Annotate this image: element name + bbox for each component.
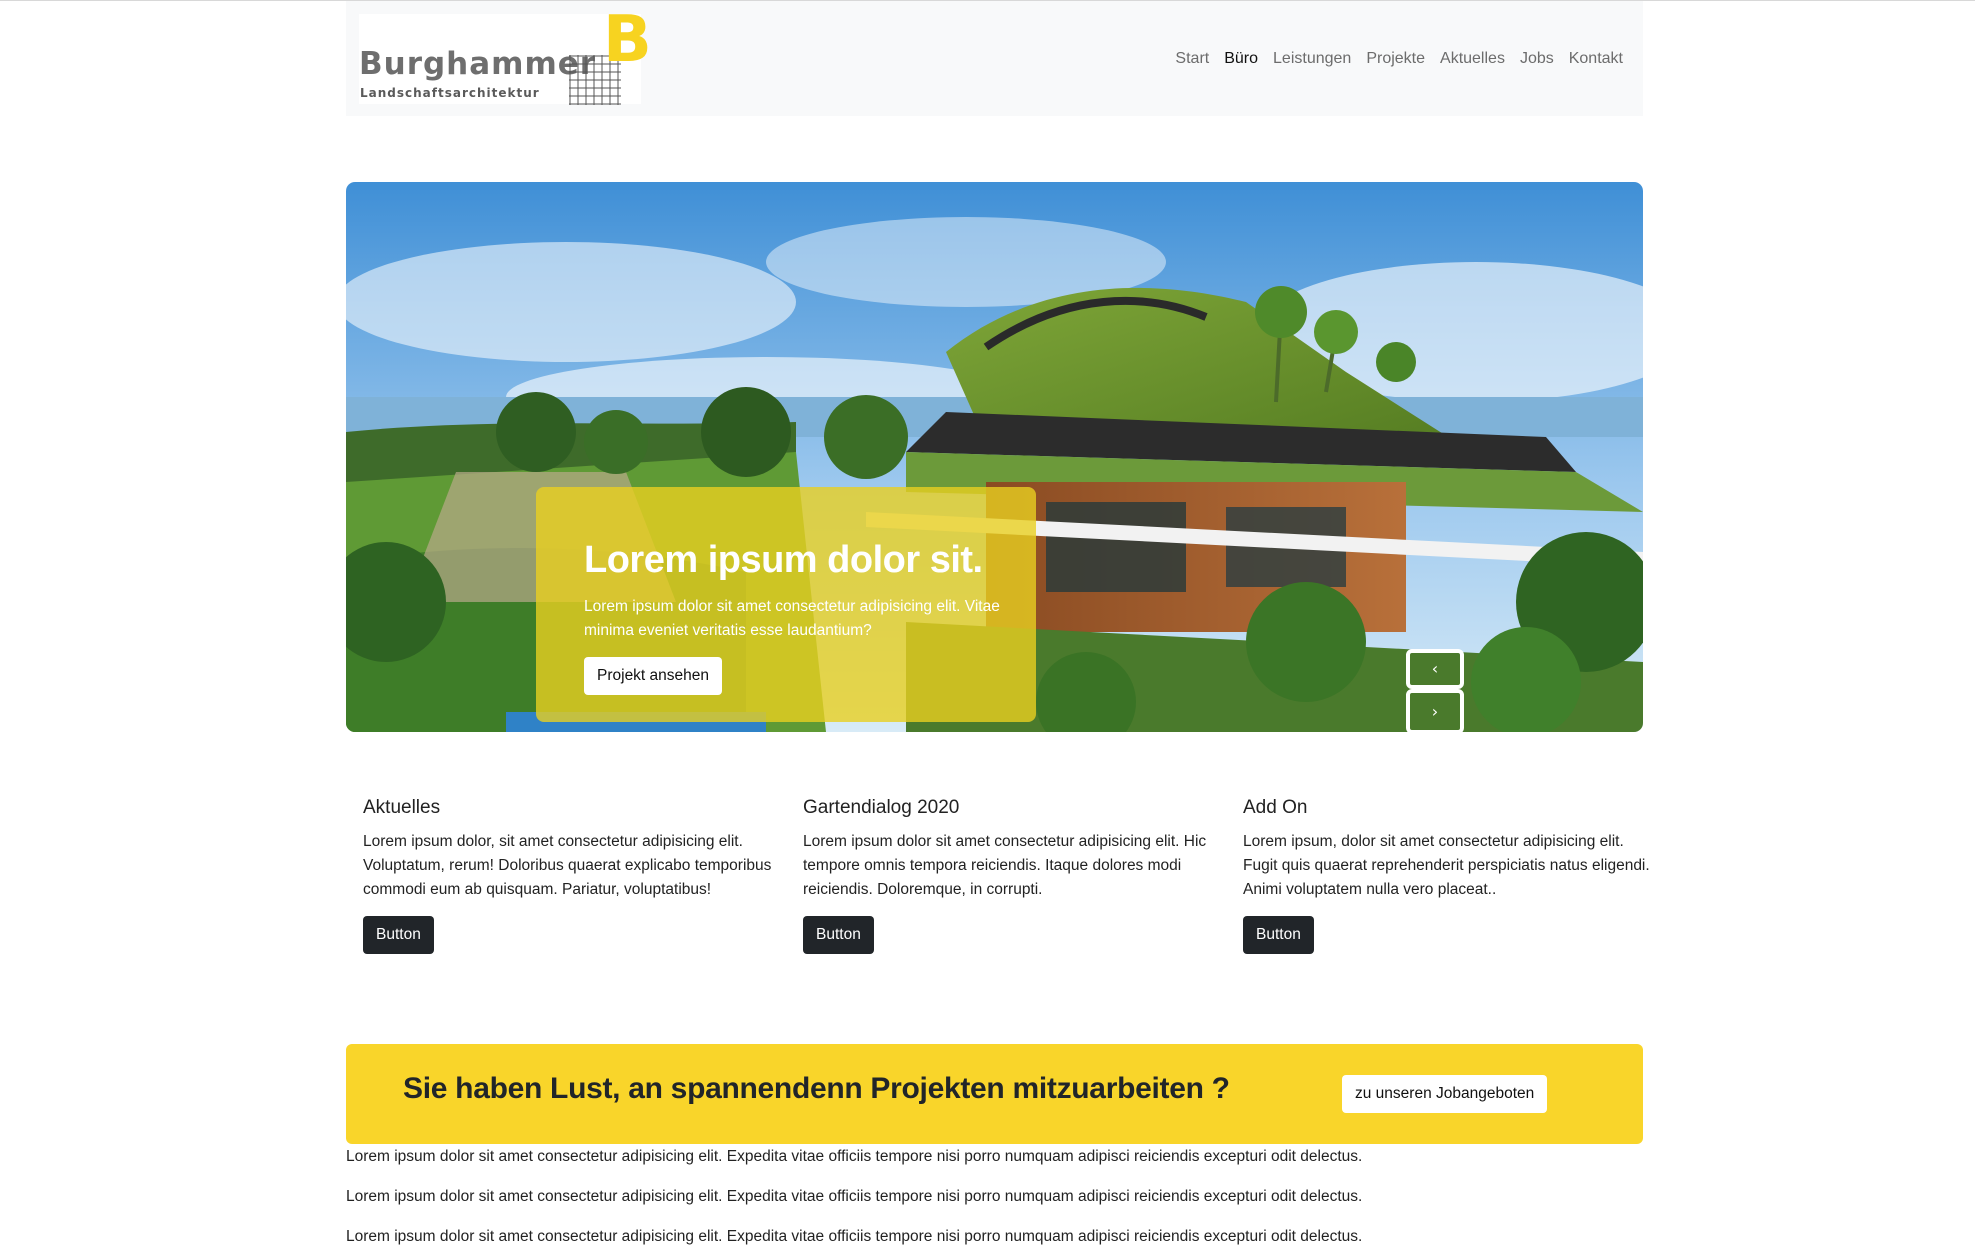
paragraph: Lorem ipsum dolor sit amet consectetur a… — [346, 1188, 1363, 1205]
column-text: Lorem ipsum, dolor sit amet consectetur … — [1243, 833, 1650, 898]
column-text: Lorem ipsum dolor, sit amet consectetur … — [363, 833, 772, 898]
nav-item-start[interactable]: Start — [1175, 49, 1209, 69]
column-text: Lorem ipsum dolor sit amet consectetur a… — [803, 833, 1207, 898]
hero-caption: Lorem ipsum dolor sit. Lorem ipsum dolor… — [536, 487, 1036, 722]
projekt-ansehen-button[interactable]: Projekt ansehen — [584, 657, 723, 695]
paragraph: Lorem ipsum dolor sit amet consectetur a… — [346, 1228, 1363, 1245]
feature-column-aktuelles: Aktuelles Lorem ipsum dolor, sit amet co… — [363, 796, 773, 954]
main-nav: Start Büro Leistungen Projekte Aktuelles… — [1175, 49, 1623, 69]
column-title: Aktuelles — [363, 797, 441, 818]
feature-column-add-on: Add On Lorem ipsum, dolor sit amet conse… — [1243, 796, 1653, 954]
carousel-prev-button[interactable]: ‹ — [1406, 649, 1464, 689]
brand-name: Burghammer — [359, 46, 597, 82]
nav-item-kontakt[interactable]: Kontakt — [1569, 49, 1623, 69]
nav-item-projekte[interactable]: Projekte — [1366, 49, 1425, 69]
banner-title: Sie haben Lust, an spannendenn Projekten… — [403, 1072, 1230, 1105]
carousel-next-button[interactable]: › — [1406, 689, 1464, 732]
column-button[interactable]: Button — [1243, 916, 1314, 954]
paragraph: Lorem ipsum dolor sit amet consectetur a… — [346, 1148, 1363, 1165]
hero-carousel: Lorem ipsum dolor sit. Lorem ipsum dolor… — [346, 182, 1643, 732]
jobangebote-button[interactable]: zu unseren Jobangeboten — [1342, 1075, 1548, 1113]
column-button[interactable]: Button — [803, 916, 874, 954]
chevron-left-icon: ‹ — [1431, 659, 1439, 678]
column-title: Add On — [1243, 797, 1308, 818]
chevron-right-icon: › — [1431, 701, 1439, 721]
brand-letter: B — [603, 3, 652, 77]
hero-text: Lorem ipsum dolor sit amet consectetur a… — [584, 598, 1000, 639]
feature-column-gartendialog: Gartendialog 2020 Lorem ipsum dolor sit … — [803, 796, 1213, 954]
navbar: Burghammer Landschaftsarchitektur B Star… — [346, 1, 1643, 116]
brand-logo[interactable]: Burghammer Landschaftsarchitektur B — [359, 8, 652, 105]
nav-item-aktuelles[interactable]: Aktuelles — [1440, 49, 1505, 69]
nav-item-leistungen[interactable]: Leistungen — [1273, 49, 1351, 69]
nav-item-buero[interactable]: Büro — [1224, 49, 1258, 69]
column-button[interactable]: Button — [363, 916, 434, 954]
brand-subtitle: Landschaftsarchitektur — [360, 86, 540, 100]
jobs-banner: Sie haben Lust, an spannendenn Projekten… — [346, 1044, 1643, 1144]
nav-item-jobs[interactable]: Jobs — [1520, 49, 1554, 69]
text-section: Lorem ipsum dolor sit amet consectetur a… — [346, 1145, 1643, 1251]
hero-title: Lorem ipsum dolor sit. — [584, 539, 983, 581]
column-title: Gartendialog 2020 — [803, 797, 960, 818]
